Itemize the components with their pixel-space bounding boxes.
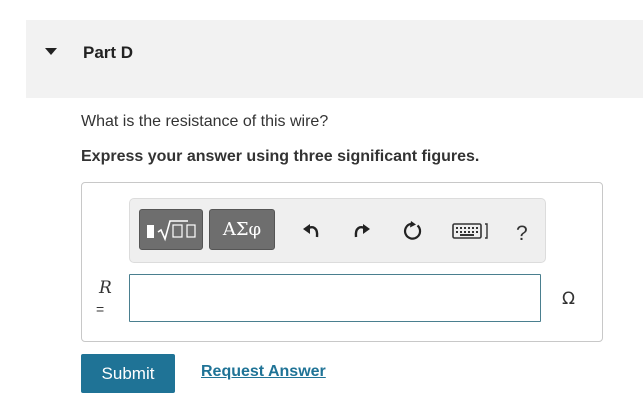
answer-box: ΑΣφ ? R = Ω [81,182,603,342]
unit-label: Ω [562,289,575,309]
templates-button[interactable] [139,209,203,250]
help-button[interactable]: ? [516,222,528,246]
submit-button[interactable]: Submit [81,354,175,393]
symbols-button[interactable]: ΑΣφ [209,209,275,250]
keyboard-button[interactable] [452,219,490,243]
math-toolbar: ΑΣφ ? [129,198,546,263]
equals-sign: = [96,301,105,317]
keyboard-icon [452,223,488,239]
collapse-caret-icon[interactable] [45,48,57,55]
redo-button[interactable] [349,219,373,243]
part-title: Part D [83,43,134,62]
answer-variable-label: R [99,278,112,298]
request-answer-link[interactable]: Request Answer [201,363,326,381]
undo-button[interactable] [300,219,324,243]
reset-button[interactable] [401,219,425,243]
undo-icon [303,224,319,238]
question-text: What is the resistance of this wire? [81,113,329,130]
redo-icon [354,224,370,238]
part-header[interactable]: Part D [26,20,643,98]
instruction-text: Express your answer using three signific… [81,148,480,165]
templates-radical-icon [147,219,196,241]
reset-icon [404,221,422,240]
answer-input[interactable] [129,274,541,322]
